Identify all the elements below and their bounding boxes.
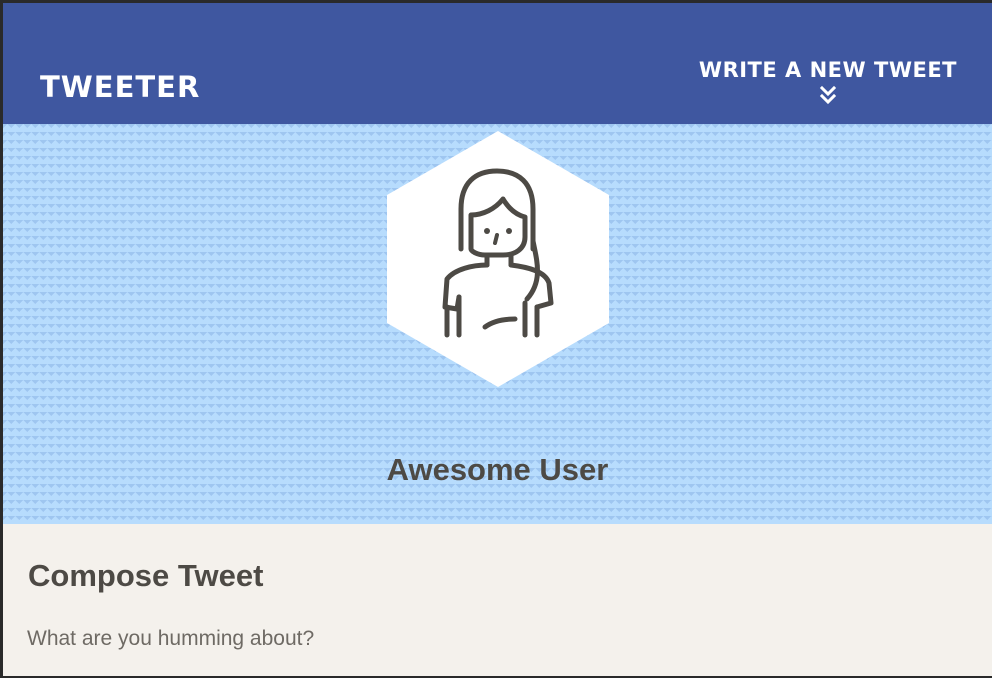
profile-banner: Awesome User [3,124,992,524]
write-new-tweet-label: WRITE A NEW TWEET [698,58,957,82]
profile-user-name: Awesome User [386,452,609,487]
double-chevron-down-icon [819,85,837,105]
female-user-avatar-icon [387,131,609,387]
compose-title: Compose Tweet [28,558,264,593]
navbar: TWEETER WRITE A NEW TWEET [3,3,992,124]
write-new-tweet-button[interactable]: WRITE A NEW TWEET [699,57,957,105]
compose-section: Compose Tweet [3,524,992,676]
tweet-text-input[interactable] [27,624,927,654]
app-frame: TWEETER WRITE A NEW TWEET Awesome User C… [0,0,992,678]
brand-logo[interactable]: TWEETER [40,69,200,105]
